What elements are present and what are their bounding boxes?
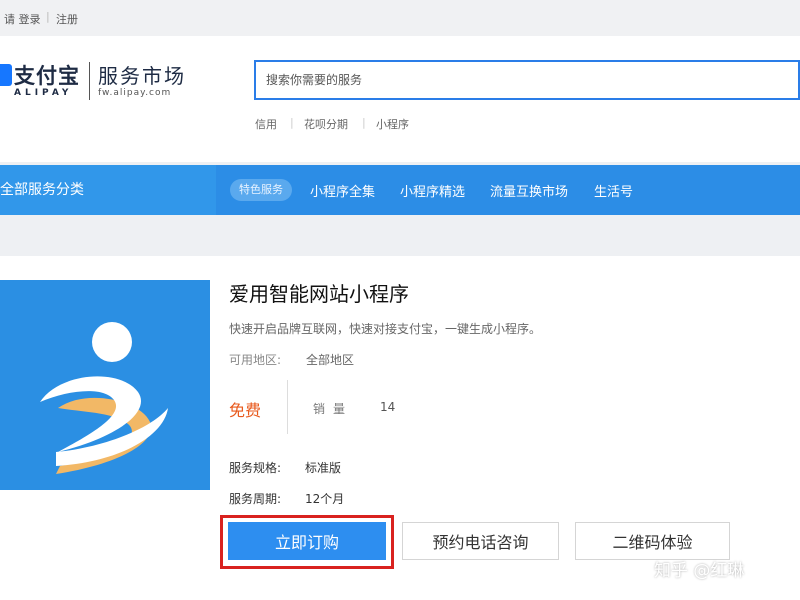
phone-consult-button[interactable]: 预约电话咨询 bbox=[402, 522, 559, 560]
period-label: 服务周期: bbox=[229, 492, 282, 506]
price-divider bbox=[287, 380, 288, 434]
sales-label: 销量 bbox=[313, 402, 354, 416]
nav-item-miniprogram-picks[interactable]: 小程序精选 bbox=[400, 181, 465, 200]
main-nav: 全部服务分类 特色服务 小程序全集 小程序精选 流量互换市场 生活号 bbox=[0, 165, 800, 215]
price-value: 免费 bbox=[229, 401, 262, 420]
hot-keyword-divider: | bbox=[362, 116, 366, 129]
nav-item-miniprogram-all[interactable]: 小程序全集 bbox=[310, 181, 375, 200]
region-value: 全部地区 bbox=[306, 353, 355, 367]
alipay-logo-icon[interactable] bbox=[0, 64, 12, 86]
nav-item-life-account[interactable]: 生活号 bbox=[594, 181, 633, 200]
nav-item-traffic-exchange[interactable]: 流量互换市场 bbox=[490, 181, 568, 200]
product-description: 快速开启品牌互联网，快速对接支付宝，一键生成小程序。 bbox=[229, 322, 542, 336]
search-input[interactable] bbox=[254, 60, 800, 100]
app-logo-graphic bbox=[40, 322, 168, 474]
hot-keyword-miniprogram[interactable]: 小程序 bbox=[376, 116, 409, 132]
alipay-logo-text[interactable]: 支付宝 bbox=[14, 60, 80, 90]
product-detail: 爱用智能网站小程序 快速开启品牌互联网，快速对接支付宝，一键生成小程序。 可用地… bbox=[0, 256, 800, 600]
qr-code-trial-button[interactable]: 二维码体验 bbox=[575, 522, 730, 560]
period-value[interactable]: 12个月 bbox=[305, 490, 344, 507]
logo-dot bbox=[92, 322, 132, 362]
logo-divider bbox=[89, 62, 90, 100]
spec-label: 服务规格: bbox=[229, 461, 282, 475]
hot-keyword-divider: | bbox=[290, 116, 294, 129]
sales-value: 14 bbox=[380, 400, 396, 414]
topbar-divider: | bbox=[46, 10, 50, 23]
buy-now-button[interactable]: 立即订购 bbox=[228, 522, 386, 560]
page: 请 登录 | 注册 支付宝 ALIPAY 服务市场 fw.alipay.com … bbox=[0, 0, 800, 600]
hot-keyword-credit[interactable]: 信用 bbox=[255, 116, 277, 132]
site-header: 支付宝 ALIPAY 服务市场 fw.alipay.com 信用 | 花呗分期 … bbox=[0, 36, 800, 162]
service-market-title[interactable]: 服务市场 bbox=[98, 60, 186, 89]
register-link[interactable]: 注册 bbox=[56, 11, 78, 27]
login-link[interactable]: 请 登录 bbox=[4, 11, 41, 27]
service-market-url: fw.alipay.com bbox=[98, 88, 172, 98]
spec-value[interactable]: 标准版 bbox=[305, 459, 341, 476]
region-label: 可用地区: bbox=[229, 353, 282, 367]
top-links-bar: 请 登录 | 注册 bbox=[0, 0, 800, 36]
hot-keyword-huabei[interactable]: 花呗分期 bbox=[304, 116, 348, 132]
featured-services-badge[interactable]: 特色服务 bbox=[230, 179, 292, 201]
product-title: 爱用智能网站小程序 bbox=[229, 282, 409, 306]
watermark: 知乎 @红琳 bbox=[654, 561, 745, 581]
app-logo-icon bbox=[0, 280, 210, 490]
alipay-logo-subtext: ALIPAY bbox=[14, 88, 73, 98]
all-categories-menu[interactable]: 全部服务分类 bbox=[0, 165, 216, 215]
